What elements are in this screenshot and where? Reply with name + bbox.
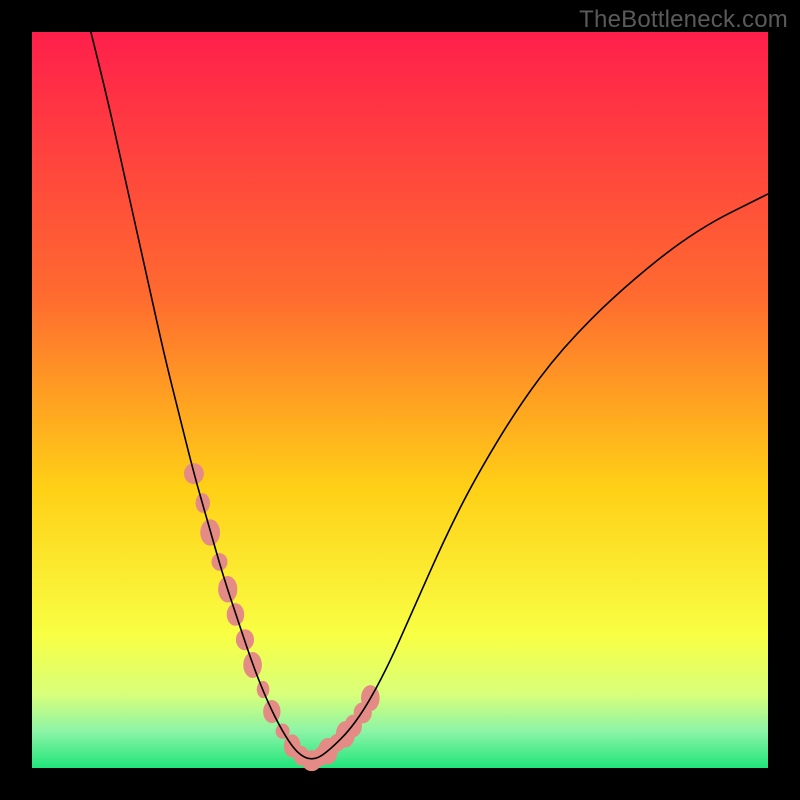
curve-highlight-blobs <box>184 463 380 771</box>
curve-blob <box>304 751 320 769</box>
chart-frame: TheBottleneck.com <box>0 0 800 800</box>
bottleneck-curve-line <box>91 32 768 759</box>
watermark-text: TheBottleneck.com <box>579 6 788 34</box>
bottleneck-curve-svg <box>32 32 768 768</box>
chart-plot-area <box>32 32 768 768</box>
